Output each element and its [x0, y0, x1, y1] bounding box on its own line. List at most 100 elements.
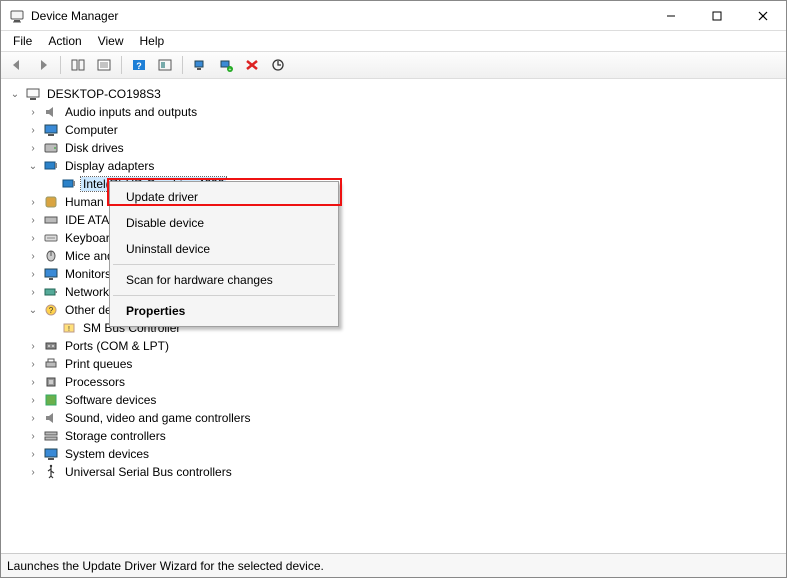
- chevron-right-icon[interactable]: ›: [27, 394, 39, 406]
- context-separator: [113, 295, 335, 296]
- keyboard-icon: [43, 230, 59, 246]
- menu-file[interactable]: File: [5, 32, 40, 50]
- display-adapter-icon: [43, 158, 59, 174]
- action-button[interactable]: [153, 54, 177, 76]
- hid-icon: [43, 194, 59, 210]
- tree-node-software[interactable]: › Software devices: [27, 391, 782, 409]
- tree-node-usb[interactable]: › Universal Serial Bus controllers: [27, 463, 782, 481]
- chevron-right-icon[interactable]: ›: [27, 448, 39, 460]
- display-adapter-icon: [61, 176, 77, 192]
- mouse-icon: [43, 248, 59, 264]
- sound-icon: [43, 410, 59, 426]
- svg-text:!: !: [68, 326, 70, 333]
- scan-hardware-button[interactable]: [188, 54, 212, 76]
- ports-icon: [43, 338, 59, 354]
- context-separator: [113, 264, 335, 265]
- chevron-right-icon[interactable]: ›: [27, 286, 39, 298]
- menu-action[interactable]: Action: [40, 32, 89, 50]
- chevron-right-icon[interactable]: ›: [27, 340, 39, 352]
- context-uninstall-device[interactable]: Uninstall device: [112, 236, 336, 262]
- cpu-icon: [43, 374, 59, 390]
- menubar: File Action View Help: [1, 31, 786, 51]
- tree-node-label: DESKTOP-CO198S3: [45, 87, 163, 101]
- tree-root-node[interactable]: ⌄ DESKTOP-CO198S3: [9, 85, 782, 103]
- chevron-right-icon[interactable]: ›: [27, 268, 39, 280]
- context-properties[interactable]: Properties: [112, 298, 336, 324]
- chevron-right-icon[interactable]: ›: [27, 376, 39, 388]
- statusbar-text: Launches the Update Driver Wizard for th…: [7, 559, 324, 573]
- update-driver-button[interactable]: [266, 54, 290, 76]
- tree-node-label: Print queues: [63, 357, 134, 371]
- chevron-right-icon[interactable]: ›: [27, 214, 39, 226]
- context-update-driver[interactable]: Update driver: [112, 184, 336, 210]
- tree-node-computer[interactable]: › Computer: [27, 121, 782, 139]
- ide-icon: [43, 212, 59, 228]
- tree-node-label: System devices: [63, 447, 151, 461]
- tree-node-system[interactable]: › System devices: [27, 445, 782, 463]
- context-disable-device[interactable]: Disable device: [112, 210, 336, 236]
- other-icon: ?: [43, 302, 59, 318]
- system-icon: [43, 446, 59, 462]
- tree-node-sound[interactable]: › Sound, video and game controllers: [27, 409, 782, 427]
- toolbar: ? +: [1, 51, 786, 79]
- context-scan-hardware[interactable]: Scan for hardware changes: [112, 267, 336, 293]
- tree-node-storage[interactable]: › Storage controllers: [27, 427, 782, 445]
- add-legacy-hardware-button[interactable]: +: [214, 54, 238, 76]
- tree-node-disk[interactable]: › Disk drives: [27, 139, 782, 157]
- chevron-right-icon[interactable]: ›: [27, 124, 39, 136]
- chevron-right-icon[interactable]: ›: [27, 466, 39, 478]
- forward-button[interactable]: [31, 54, 55, 76]
- chevron-right-icon[interactable]: ›: [27, 142, 39, 154]
- chevron-right-icon[interactable]: ›: [27, 358, 39, 370]
- statusbar: Launches the Update Driver Wizard for th…: [1, 553, 786, 577]
- window-title: Device Manager: [31, 9, 118, 23]
- tree-node-display[interactable]: ⌄ Display adapters: [27, 157, 782, 175]
- disk-icon: [43, 140, 59, 156]
- chevron-right-icon[interactable]: ›: [27, 430, 39, 442]
- tree-node-label: Audio inputs and outputs: [63, 105, 199, 119]
- device-tree-pane: ⌄ DESKTOP-CO198S3 › Audio inputs and out…: [1, 79, 786, 553]
- help-button[interactable]: ?: [127, 54, 151, 76]
- properties-button[interactable]: [92, 54, 116, 76]
- maximize-button[interactable]: [694, 1, 740, 31]
- toolbar-separator: [182, 56, 183, 74]
- tree-node-ports[interactable]: › Ports (COM & LPT): [27, 337, 782, 355]
- chevron-right-icon[interactable]: ›: [27, 106, 39, 118]
- titlebar: Device Manager: [1, 1, 786, 31]
- chevron-down-icon[interactable]: ⌄: [27, 160, 39, 172]
- chevron-down-icon[interactable]: ⌄: [27, 304, 39, 316]
- menu-help[interactable]: Help: [132, 32, 173, 50]
- svg-text:?: ?: [136, 61, 142, 71]
- tree-node-printq[interactable]: › Print queues: [27, 355, 782, 373]
- chevron-right-icon[interactable]: ›: [27, 196, 39, 208]
- tree-node-label: Ports (COM & LPT): [63, 339, 171, 353]
- chevron-down-icon[interactable]: ⌄: [9, 88, 21, 100]
- monitor-icon: [43, 266, 59, 282]
- chevron-right-icon[interactable]: ›: [27, 250, 39, 262]
- tree-node-label: Computer: [63, 123, 120, 137]
- tree-node-processors[interactable]: › Processors: [27, 373, 782, 391]
- computer-icon: [25, 86, 41, 102]
- back-button[interactable]: [5, 54, 29, 76]
- toolbar-separator: [121, 56, 122, 74]
- chevron-right-icon[interactable]: ›: [27, 412, 39, 424]
- usb-icon: [43, 464, 59, 480]
- svg-text:?: ?: [49, 306, 54, 315]
- printer-icon: [43, 356, 59, 372]
- tree-node-label: Universal Serial Bus controllers: [63, 465, 234, 479]
- monitor-icon: [43, 122, 59, 138]
- tree-node-label: Sound, video and game controllers: [63, 411, 252, 425]
- uninstall-device-button[interactable]: [240, 54, 264, 76]
- close-button[interactable]: [740, 1, 786, 31]
- tree-node-label: Disk drives: [63, 141, 126, 155]
- tree-node-label: Software devices: [63, 393, 158, 407]
- unknown-device-icon: !: [61, 320, 77, 336]
- show-hide-console-button[interactable]: [66, 54, 90, 76]
- svg-text:+: +: [229, 67, 232, 72]
- tree-node-label: Processors: [63, 375, 127, 389]
- chevron-right-icon[interactable]: ›: [27, 232, 39, 244]
- minimize-button[interactable]: [648, 1, 694, 31]
- network-icon: [43, 284, 59, 300]
- tree-node-audio[interactable]: › Audio inputs and outputs: [27, 103, 782, 121]
- menu-view[interactable]: View: [90, 32, 132, 50]
